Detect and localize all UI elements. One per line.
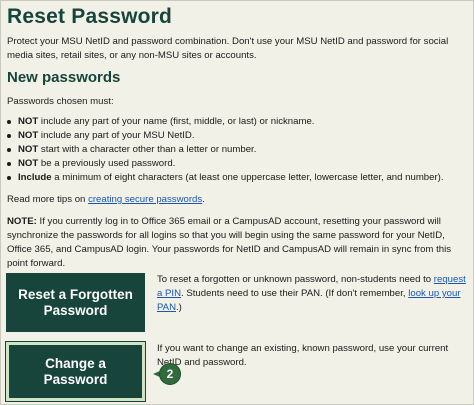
- list-item: NOT include any part of your name (first…: [7, 115, 469, 129]
- bullet-icon: [7, 176, 11, 180]
- change-description: If you want to change an existing, known…: [157, 343, 449, 368]
- change-password-button[interactable]: Change a Password: [5, 341, 146, 402]
- page-title: Reset Password: [7, 5, 173, 28]
- bullet-icon: [7, 148, 11, 152]
- list-item: Include a minimum of eight characters (a…: [7, 171, 469, 185]
- forgotten-description: To reset a forgotten or unknown password…: [157, 274, 466, 313]
- section-heading: New passwords: [7, 69, 121, 86]
- bullet-icon: [7, 134, 11, 138]
- note-text: NOTE: If you currently log in to Office …: [7, 216, 451, 269]
- tips-text: Read more tips on creating secure passwo…: [7, 194, 205, 205]
- change-password-label: Change a Password: [43, 355, 108, 387]
- reset-forgotten-password-button[interactable]: Reset a Forgotten Password: [6, 273, 145, 332]
- secure-passwords-link[interactable]: creating secure passwords: [88, 194, 202, 205]
- list-item: NOT start with a character other than a …: [7, 143, 469, 157]
- bullet-icon: [7, 120, 11, 124]
- rules-intro: Passwords chosen must:: [7, 96, 114, 107]
- intro-text: Protect your MSU NetID and password comb…: [7, 36, 449, 61]
- step-callout: 2: [153, 363, 189, 385]
- list-item: NOT include any part of your MSU NetID.: [7, 129, 469, 143]
- bullet-icon: [7, 162, 11, 166]
- password-rules-list: NOT include any part of your name (first…: [7, 115, 469, 185]
- step-number-badge: 2: [160, 364, 180, 384]
- reset-password-page: Reset Password Protect your MSU NetID an…: [0, 0, 474, 405]
- reset-forgotten-password-label: Reset a Forgotten Password: [18, 286, 133, 318]
- list-item: NOT be a previously used password.: [7, 157, 469, 171]
